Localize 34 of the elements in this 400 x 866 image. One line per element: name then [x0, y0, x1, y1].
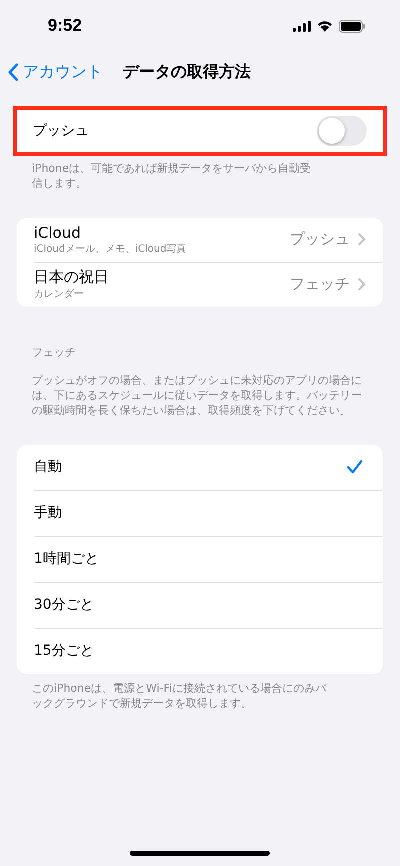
push-footer: iPhoneは、可能であれば新規データをサーバから自動受信します。 — [0, 156, 354, 192]
schedule-option[interactable]: 1時間ごと — [34, 536, 383, 582]
wifi-icon — [317, 20, 333, 32]
schedule-option[interactable]: 自動 — [17, 444, 383, 490]
account-value: フェッチ — [290, 275, 350, 294]
back-button[interactable]: アカウント — [8, 62, 103, 82]
option-label: 手動 — [34, 504, 62, 522]
option-label: 30分ごと — [34, 596, 94, 614]
account-row[interactable]: 日本の祝日 カレンダー フェッチ — [34, 262, 383, 307]
push-label: プッシュ — [33, 122, 89, 140]
back-chevron-icon — [8, 62, 19, 82]
schedule-option[interactable]: 30分ごと — [34, 582, 383, 628]
signal-icon — [293, 20, 311, 32]
push-toggle[interactable] — [317, 116, 367, 146]
option-label: 自動 — [34, 458, 62, 476]
fetch-description: プッシュがオフの場合、またはプッシュに未対応のアプリの場合には、下にあるスケジュールに従いデータを取得します。バッテリーの駆動時間を長く保ちたい場合は、取得頻度を下げてください。 — [31, 372, 363, 419]
fetch-footer: このiPhoneは、電源とWi-Fiに接続されている場合にのみバックグラウンドで新規データを取得します。 — [0, 674, 364, 712]
option-label: 1時間ごと — [34, 550, 99, 568]
section-header: フェッチ — [31, 344, 77, 360]
checkmark-icon — [347, 460, 363, 474]
account-row[interactable]: iCloud iCloudメール、メモ、iCloud写真 プッシュ — [17, 218, 383, 262]
schedule-option[interactable]: 手動 — [34, 490, 383, 536]
option-label: 15分ごと — [34, 642, 94, 660]
battery-icon — [339, 20, 366, 32]
account-value: プッシュ — [290, 230, 350, 250]
account-detail: カレンダー — [34, 288, 85, 302]
account-name: iCloud — [34, 224, 82, 242]
account-detail: iCloudメール、メモ、iCloud写真 — [34, 242, 187, 256]
chevron-icon — [358, 278, 366, 292]
chevron-icon — [358, 233, 366, 246]
schedule-option[interactable]: 15分ごと — [34, 628, 383, 674]
status-time: 9:52 — [48, 16, 82, 36]
nav-title: データの取得方法 — [123, 62, 251, 82]
account-name: 日本の祝日 — [34, 268, 109, 288]
